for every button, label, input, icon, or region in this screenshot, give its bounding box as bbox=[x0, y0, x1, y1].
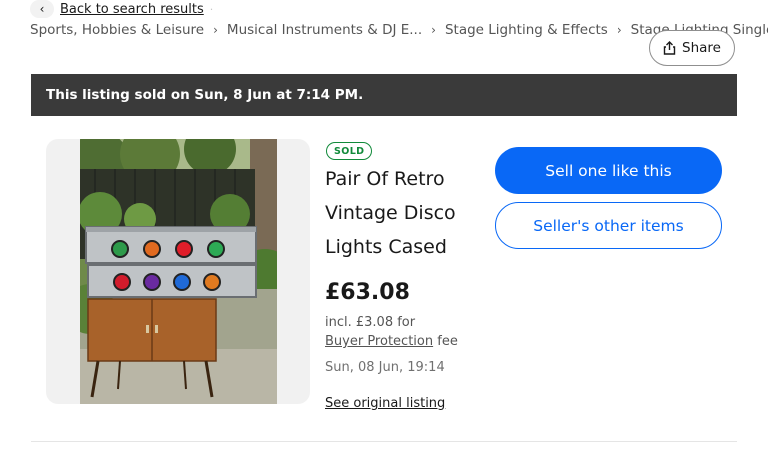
breadcrumb-item[interactable]: Sports, Hobbies & Leisure bbox=[30, 22, 204, 38]
sold-badge: SOLD bbox=[326, 142, 373, 160]
breadcrumb-item[interactable]: Stage Lighting & Effects bbox=[445, 22, 608, 38]
fee-line: incl. £3.08 for bbox=[325, 315, 416, 330]
sold-date: Sun, 08 Jun, 19:14 bbox=[325, 360, 445, 375]
fee-line-2: Buyer Protection fee bbox=[325, 334, 458, 349]
separator-dot: · bbox=[209, 2, 214, 16]
sold-banner-text: This listing sold on Sun, 8 Jun at 7:14 … bbox=[46, 87, 364, 103]
listing-image-card[interactable] bbox=[46, 139, 310, 404]
chevron-right-icon: › bbox=[616, 23, 622, 37]
chevron-right-icon: › bbox=[213, 23, 218, 37]
sell-one-like-this-label: Sell one like this bbox=[545, 161, 672, 180]
back-link-row[interactable]: ‹ Back to search results · bbox=[30, 0, 213, 18]
divider bbox=[31, 441, 737, 442]
share-icon bbox=[663, 41, 676, 55]
chevron-right-icon: › bbox=[431, 23, 436, 37]
listing-title: Pair Of Retro Vintage Disco Lights Cased bbox=[325, 168, 456, 258]
disco-lights-photo bbox=[80, 139, 277, 404]
share-label: Share bbox=[682, 40, 721, 56]
share-button[interactable]: Share bbox=[649, 30, 735, 66]
back-to-search-link[interactable]: Back to search results bbox=[60, 2, 204, 17]
sell-one-like-this-button[interactable]: Sell one like this bbox=[495, 147, 722, 194]
breadcrumb-item[interactable]: Musical Instruments & DJ E... bbox=[227, 22, 422, 38]
listing-photo[interactable] bbox=[80, 139, 277, 404]
listing-price: £63.08 bbox=[325, 280, 410, 305]
buyer-protection-link[interactable]: Buyer Protection bbox=[325, 334, 433, 349]
sellers-other-items-label: Seller's other items bbox=[533, 216, 684, 235]
fee-suffix: fee bbox=[433, 334, 458, 349]
chevron-left-icon: ‹ bbox=[30, 0, 54, 18]
see-original-listing-link[interactable]: See original listing bbox=[325, 396, 445, 411]
sellers-other-items-button[interactable]: Seller's other items bbox=[495, 202, 722, 249]
sold-banner: This listing sold on Sun, 8 Jun at 7:14 … bbox=[31, 74, 737, 116]
